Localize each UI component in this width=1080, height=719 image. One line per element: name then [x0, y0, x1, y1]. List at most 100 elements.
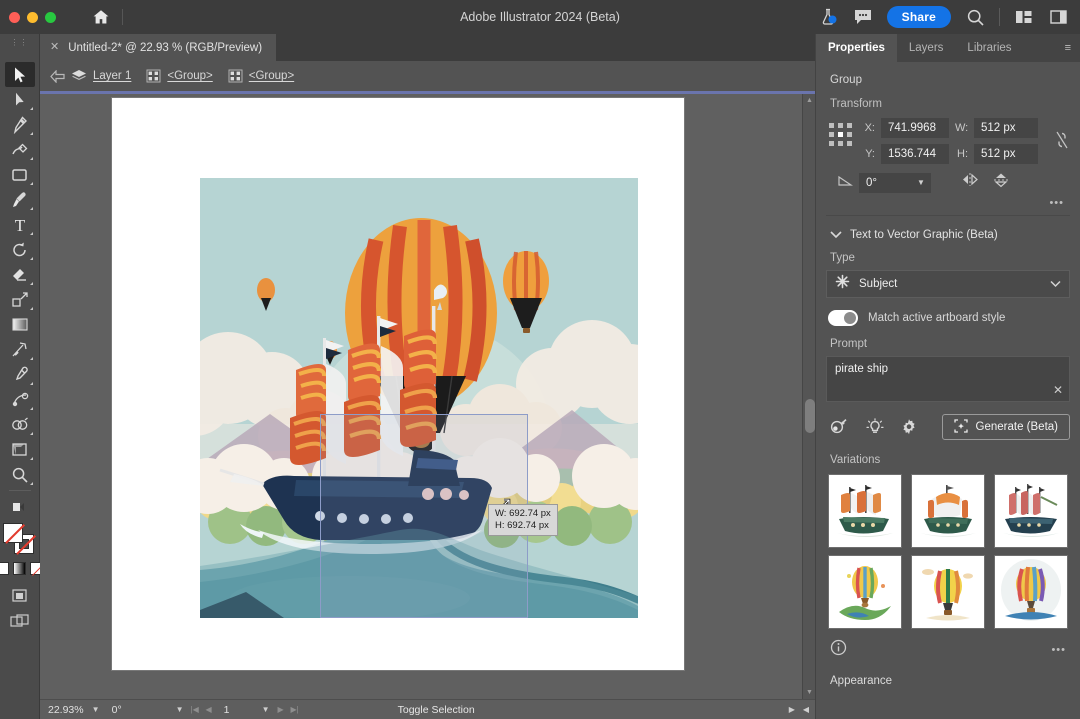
rotate-tool[interactable]	[5, 237, 35, 262]
pen-tool[interactable]	[5, 112, 35, 137]
direct-selection-tool[interactable]	[5, 87, 35, 112]
status-toggle-selection[interactable]: Toggle Selection	[398, 704, 475, 716]
beaker-icon[interactable]	[817, 6, 839, 28]
status-next-icon[interactable]: ▶	[789, 705, 795, 714]
chevron-down-icon[interactable]: ▼	[911, 172, 931, 193]
info-icon[interactable]	[830, 639, 847, 661]
variation-balloon-2[interactable]	[911, 555, 985, 629]
variation-pirate-ship-1[interactable]	[828, 474, 902, 548]
variation-pirate-ship-3[interactable]	[994, 474, 1068, 548]
scroll-down-arrow[interactable]: ▼	[803, 686, 815, 699]
prompt-input[interactable]: pirate ship ✕	[826, 356, 1070, 402]
shape-builder-tool[interactable]	[5, 412, 35, 437]
page-number: 1	[223, 703, 230, 716]
curvature-tool[interactable]	[5, 137, 35, 162]
match-artboard-toggle[interactable]	[828, 310, 858, 326]
match-artboard-row[interactable]: Match active artboard style	[826, 310, 1070, 338]
fill-swatch[interactable]	[2, 523, 25, 544]
first-page-icon[interactable]: |◀	[188, 705, 202, 714]
artwork-illustration[interactable]	[200, 178, 638, 618]
panel-menu-icon[interactable]: ≡	[1056, 34, 1080, 62]
panel-grip[interactable]: ⋮⋮	[0, 34, 39, 50]
y-input[interactable]: 1536.744	[881, 144, 949, 164]
scale-tool[interactable]	[5, 287, 35, 312]
tab-layers[interactable]: Layers	[897, 34, 956, 62]
gradient-swatch-button[interactable]	[13, 562, 26, 575]
fill-stroke-swatches[interactable]	[2, 523, 37, 557]
blend-tool[interactable]	[5, 387, 35, 412]
breadcrumb-item-group-2[interactable]: <Group>	[249, 70, 294, 82]
link-broken-icon[interactable]	[1054, 130, 1070, 150]
color-swatch-button[interactable]	[0, 562, 9, 575]
chevron-down-icon[interactable]: ▼	[258, 705, 274, 714]
eraser-tool[interactable]	[5, 262, 35, 287]
variation-balloon-1[interactable]	[828, 555, 902, 629]
tab-libraries[interactable]: Libraries	[955, 34, 1023, 62]
transform-more-options[interactable]: •••	[826, 193, 1070, 209]
color-sampler-icon[interactable]	[830, 418, 850, 436]
artboard[interactable]	[112, 98, 684, 670]
back-arrow-icon[interactable]	[50, 69, 65, 83]
zoom-field[interactable]: 22.93% ▼	[40, 700, 104, 719]
paintbrush-tool[interactable]	[5, 187, 35, 212]
vertical-scrollbar[interactable]: ▲ ▼	[802, 94, 815, 699]
height-input[interactable]: 512 px	[974, 144, 1038, 164]
type-select[interactable]: Subject	[826, 270, 1070, 298]
chevron-down-icon[interactable]	[830, 226, 842, 244]
more-tools-button[interactable]	[5, 494, 35, 519]
document-tab[interactable]: ✕ Untitled-2* @ 22.93 % (RGB/Preview)	[40, 34, 277, 61]
home-icon[interactable]	[86, 5, 116, 29]
angle-icon	[838, 174, 853, 192]
reference-point-selector[interactable]	[828, 122, 854, 148]
variation-balloon-3[interactable]	[994, 555, 1068, 629]
minimize-window-button[interactable]	[27, 11, 38, 23]
scroll-up-arrow[interactable]: ▲	[803, 94, 815, 107]
variation-pirate-ship-2[interactable]	[911, 474, 985, 548]
tab-properties[interactable]: Properties	[816, 34, 897, 62]
more-options-icon[interactable]: •••	[1051, 644, 1066, 656]
artboard-tool[interactable]	[5, 437, 35, 462]
next-page-icon[interactable]: ▶	[274, 705, 288, 714]
status-prev-icon[interactable]: ◀	[803, 705, 809, 714]
workspace-grid-icon[interactable]	[1013, 6, 1035, 28]
eyedropper-tool[interactable]	[5, 362, 35, 387]
gear-icon[interactable]	[900, 418, 918, 436]
close-window-button[interactable]	[9, 11, 20, 23]
share-button[interactable]: Share	[886, 6, 951, 28]
color-mode-buttons[interactable]	[0, 562, 45, 576]
width-input[interactable]: 512 px	[974, 118, 1038, 138]
lightbulb-icon[interactable]	[866, 418, 884, 436]
zoom-tool[interactable]	[5, 462, 35, 487]
rectangle-tool[interactable]	[5, 162, 35, 187]
canvas-area[interactable]: W: 692.74 px H: 692.74 px ▲ ▼	[40, 94, 815, 699]
search-icon[interactable]	[964, 6, 986, 28]
last-page-icon[interactable]: ▶|	[288, 705, 302, 714]
maximize-window-button[interactable]	[45, 11, 56, 23]
breadcrumb-item-group-1[interactable]: <Group>	[167, 70, 212, 82]
comment-icon[interactable]	[852, 6, 874, 28]
prev-page-icon[interactable]: ◀	[202, 705, 216, 714]
breadcrumb-item-layer[interactable]: Layer 1	[93, 70, 131, 82]
page-navigation[interactable]: |◀ ◀ 1 ▼ ▶ ▶|	[188, 700, 302, 719]
type-tool[interactable]: T	[5, 212, 35, 237]
panel-layout-icon[interactable]	[1048, 6, 1070, 28]
screen-mode-button[interactable]	[5, 608, 35, 633]
chevron-down-icon[interactable]: ▼	[88, 705, 104, 714]
scrollbar-thumb[interactable]	[805, 399, 815, 433]
x-input[interactable]: 741.9968	[881, 118, 949, 138]
drawing-mode-button[interactable]	[5, 583, 35, 608]
text-to-vector-section-header[interactable]: Text to Vector Graphic (Beta)	[826, 216, 1070, 252]
chevron-down-icon[interactable]	[1050, 275, 1061, 293]
generate-button[interactable]: Generate (Beta)	[941, 414, 1070, 440]
chevron-down-icon[interactable]: ▼	[172, 705, 188, 714]
selection-tool[interactable]	[4, 62, 35, 87]
gradient-tool[interactable]	[5, 312, 35, 337]
width-tool[interactable]	[5, 337, 35, 362]
close-icon[interactable]: ✕	[1053, 383, 1063, 397]
rotation-field[interactable]: 0° ▼	[104, 700, 188, 719]
flip-vertical-icon[interactable]	[993, 172, 1009, 193]
close-icon[interactable]: ✕	[50, 42, 59, 53]
angle-input[interactable]: 0°	[859, 172, 911, 193]
window-controls[interactable]	[9, 11, 56, 23]
flip-horizontal-icon[interactable]	[961, 172, 979, 193]
